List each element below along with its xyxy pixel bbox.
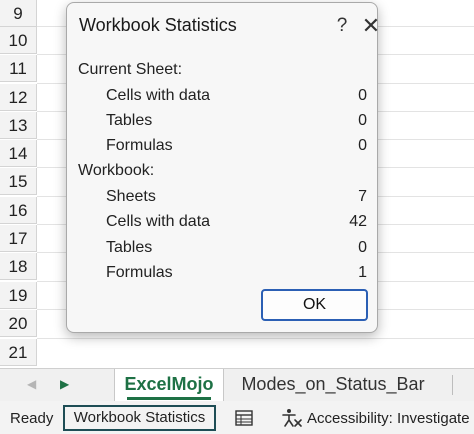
stat-label: Formulas [106,264,173,281]
row-headers: 9 10 11 12 13 14 15 16 17 18 19 20 21 [0,0,37,368]
stat-label: Cells with data [106,87,211,104]
cell-mode-icon[interactable] [234,408,254,428]
stat-value: 0 [358,239,367,256]
stat-value: 42 [349,213,367,230]
row-header[interactable]: 16 [0,197,37,224]
sheet-tab-bar: ◀ ▶ ExcelMojo Modes_on_Status_Bar [0,368,474,402]
row-header[interactable]: 20 [0,310,37,337]
row-header[interactable]: 18 [0,253,37,280]
workbook-heading: Workbook: [78,162,155,179]
row-header[interactable]: 15 [0,168,37,195]
workbook-statistics-button[interactable]: Workbook Statistics [63,405,216,431]
current-sheet-heading: Current Sheet: [78,61,183,78]
scroll-tabs-left-icon[interactable]: ◀ [27,377,36,391]
dialog-title: Workbook Statistics [79,15,237,35]
grid-line [37,338,474,339]
scroll-tabs-right-icon[interactable]: ▶ [60,377,69,391]
status-ready: Ready [10,410,54,427]
accessibility-icon[interactable] [281,408,303,428]
stat-label: Cells with data [106,213,211,230]
help-button[interactable]: ? [329,13,355,39]
ok-button[interactable]: OK [261,289,368,321]
stat-label: Formulas [106,137,173,154]
tab-divider [452,375,453,395]
workbook-statistics-dialog: Workbook Statistics ? ✕ Current Sheet: C… [66,2,380,333]
stat-value: 0 [358,137,367,154]
close-button[interactable]: ✕ [358,13,384,39]
status-bar: Ready Workbook Statistics Accessibility:… [0,401,474,434]
stat-label: Tables [106,112,153,129]
stat-label: Sheets [106,188,156,205]
stat-value: 0 [358,112,367,129]
row-header[interactable]: 9 [0,0,37,27]
row-header[interactable]: 10 [0,27,37,54]
row-header[interactable]: 11 [0,55,37,82]
row-header[interactable]: 12 [0,84,37,111]
row-header[interactable]: 21 [0,339,37,366]
stat-value: 0 [358,87,367,104]
stat-value: 7 [358,188,367,205]
sheet-tab[interactable]: Modes_on_Status_Bar [230,369,436,402]
row-header[interactable]: 14 [0,140,37,167]
sheet-tab-active[interactable]: ExcelMojo [114,369,224,402]
row-header[interactable]: 13 [0,112,37,139]
row-header[interactable]: 17 [0,225,37,252]
stat-value: 1 [358,264,367,281]
accessibility-status[interactable]: Accessibility: Investigate [307,410,470,427]
row-header[interactable]: 19 [0,282,37,309]
stat-label: Tables [106,239,153,256]
